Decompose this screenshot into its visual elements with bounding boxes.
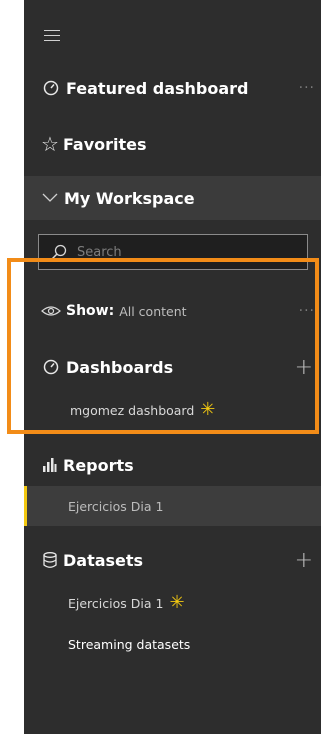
favorites-item[interactable]: ☆ Favorites (24, 130, 321, 158)
datasets-header[interactable]: Datasets + (24, 546, 321, 574)
chevron-down-icon (42, 193, 58, 203)
show-more-options[interactable]: ··· (299, 303, 315, 319)
new-item-star-icon: ✳ (200, 399, 216, 420)
gauge-icon (42, 358, 60, 376)
featured-dashboard-item[interactable]: Featured dashboard ··· (24, 74, 321, 102)
dashboards-header[interactable]: Dashboards + (24, 353, 321, 381)
add-dashboard-button[interactable]: + (295, 355, 313, 380)
show-value: All content (119, 303, 187, 319)
dashboards-label: Dashboards (66, 357, 174, 377)
show-filter-item[interactable]: Show: All content ··· (24, 298, 321, 324)
datasets-label: Datasets (63, 550, 144, 570)
eye-icon (41, 305, 61, 317)
new-item-star-icon: ✳ (169, 592, 185, 613)
search-icon (51, 244, 67, 260)
show-label: Show: (66, 303, 115, 319)
report-list-item[interactable]: Ejercicios Dia 1 (24, 494, 321, 518)
dataset-item-label: Streaming datasets (68, 636, 191, 652)
dataset-item-label: Ejercicios Dia 1 (68, 595, 164, 611)
gauge-icon (42, 79, 60, 97)
add-dataset-button[interactable]: + (295, 548, 313, 573)
reports-header[interactable]: Reports (24, 451, 321, 479)
dashboard-list-item[interactable]: mgomez dashboard ✳ (24, 398, 321, 422)
navigation-pane: Featured dashboard ··· ☆ Favorites My Wo… (24, 0, 321, 734)
star-outline-icon: ☆ (41, 132, 59, 156)
database-icon (43, 552, 57, 568)
bar-chart-icon (43, 458, 57, 472)
dashboard-item-label: mgomez dashboard (70, 402, 195, 418)
hamburger-menu-icon[interactable] (44, 30, 60, 42)
favorites-label: Favorites (62, 134, 147, 154)
reports-label: Reports (63, 455, 134, 475)
search-box[interactable] (38, 234, 308, 270)
featured-dashboard-label: Featured dashboard (66, 78, 249, 98)
my-workspace-label: My Workspace (64, 188, 195, 208)
my-workspace-item[interactable]: My Workspace (24, 184, 321, 212)
report-item-label: Ejercicios Dia 1 (68, 498, 164, 514)
dataset-list-item[interactable]: Streaming datasets (24, 632, 321, 656)
search-input[interactable] (75, 243, 299, 261)
dataset-list-item[interactable]: Ejercicios Dia 1 ✳ (24, 591, 321, 615)
featured-more-options[interactable]: ··· (299, 80, 315, 96)
